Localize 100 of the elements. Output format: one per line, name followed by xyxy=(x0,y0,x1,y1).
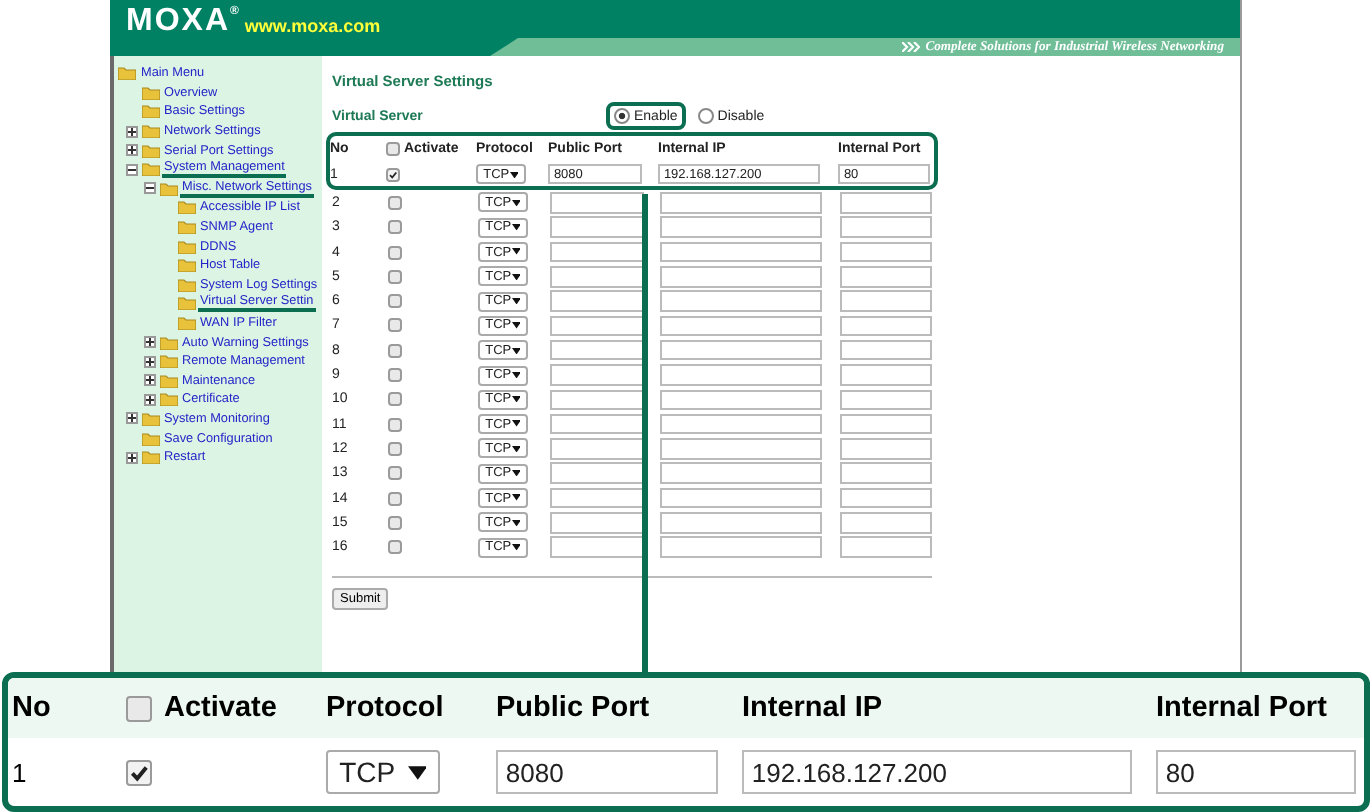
input-field[interactable] xyxy=(840,315,932,337)
caret-icon xyxy=(511,445,521,453)
tree-toggle[interactable] xyxy=(144,182,156,195)
caret-icon xyxy=(511,371,521,379)
website-link[interactable]: www.moxa.com xyxy=(244,16,381,38)
input-field[interactable] xyxy=(660,512,822,534)
caret-icon xyxy=(511,470,521,477)
checkbox[interactable] xyxy=(388,269,402,284)
caret-icon xyxy=(509,171,519,178)
input-field[interactable]: 192.168.127.200 xyxy=(742,750,1132,794)
protocol-select[interactable]: TCP xyxy=(326,750,440,794)
input-field[interactable]: 80 xyxy=(1156,750,1356,794)
input-field[interactable] xyxy=(550,192,644,214)
column-header: Public Port xyxy=(496,692,650,724)
input-field[interactable] xyxy=(550,266,644,288)
input-field[interactable] xyxy=(660,389,822,411)
input-field[interactable] xyxy=(550,487,644,509)
input-field[interactable] xyxy=(550,216,644,238)
input-field[interactable] xyxy=(840,192,932,214)
checkbox[interactable] xyxy=(386,142,400,156)
input-field[interactable] xyxy=(660,192,822,214)
input-field[interactable] xyxy=(550,536,644,558)
input-field[interactable] xyxy=(840,216,932,238)
input-field[interactable] xyxy=(840,487,932,509)
input-field[interactable] xyxy=(660,462,822,484)
input-field[interactable] xyxy=(550,438,644,460)
tree-toggle[interactable] xyxy=(126,163,138,176)
input-field[interactable] xyxy=(550,364,644,386)
input-field[interactable] xyxy=(550,389,644,411)
tree-toggle[interactable] xyxy=(144,355,156,368)
input-field[interactable] xyxy=(840,389,932,411)
input-field[interactable] xyxy=(660,438,822,460)
caret-icon xyxy=(511,396,521,403)
caret-icon xyxy=(511,199,521,207)
caret-icon xyxy=(511,298,521,305)
input-field[interactable] xyxy=(840,364,932,386)
input-field[interactable] xyxy=(660,241,822,263)
input-field[interactable] xyxy=(840,536,932,558)
input-field[interactable] xyxy=(660,364,822,386)
checkbox[interactable] xyxy=(388,540,402,555)
checkbox[interactable] xyxy=(388,318,402,333)
column-header: Protocol xyxy=(326,692,444,724)
input-field[interactable]: 8080 xyxy=(496,750,718,794)
checkbox[interactable] xyxy=(126,695,152,721)
tree-toggle[interactable] xyxy=(126,144,138,157)
input-field[interactable] xyxy=(660,536,822,558)
input-field[interactable] xyxy=(840,413,932,435)
input-field[interactable] xyxy=(660,216,822,238)
input-field[interactable] xyxy=(840,512,932,534)
input-field[interactable] xyxy=(660,315,822,337)
tree-toggle[interactable] xyxy=(126,125,138,138)
checkbox[interactable] xyxy=(388,466,402,481)
checkbox[interactable] xyxy=(388,417,402,432)
checkbox[interactable] xyxy=(388,441,402,456)
caret-icon xyxy=(407,765,427,779)
checkbox[interactable] xyxy=(388,392,402,407)
input-field[interactable] xyxy=(660,339,822,361)
tree-toggle[interactable] xyxy=(144,393,156,406)
checkbox[interactable] xyxy=(386,167,400,182)
input-field[interactable] xyxy=(550,315,644,337)
checkbox[interactable] xyxy=(388,515,402,530)
column-header: Internal IP xyxy=(742,692,883,724)
tree-toggle[interactable] xyxy=(126,451,138,464)
column-header: Internal Port xyxy=(1156,692,1327,724)
input-field[interactable] xyxy=(840,241,932,263)
caret-icon xyxy=(511,224,521,231)
input-field[interactable] xyxy=(840,339,932,361)
input-field[interactable] xyxy=(660,487,822,509)
input-field[interactable] xyxy=(550,512,644,534)
input-field[interactable] xyxy=(840,266,932,288)
input-field[interactable] xyxy=(550,413,644,435)
tree-toggle[interactable] xyxy=(144,336,156,349)
caret-icon xyxy=(511,519,521,526)
caret-icon xyxy=(511,273,521,280)
checkbox[interactable] xyxy=(388,343,402,358)
input-field[interactable] xyxy=(660,413,822,435)
input-field[interactable] xyxy=(840,462,932,484)
double-chevron-icon xyxy=(901,42,920,52)
input-field[interactable] xyxy=(550,241,644,263)
caret-icon xyxy=(511,420,521,428)
input-field[interactable] xyxy=(660,290,822,312)
input-field[interactable] xyxy=(550,462,644,484)
input-field[interactable] xyxy=(550,339,644,361)
checkbox[interactable] xyxy=(388,491,402,505)
checkbox[interactable] xyxy=(388,294,402,309)
checkbox[interactable] xyxy=(388,245,402,260)
radio-button[interactable] xyxy=(614,108,630,124)
column-header: Activate xyxy=(164,692,277,724)
tree-toggle[interactable] xyxy=(144,374,156,387)
checkbox[interactable] xyxy=(388,220,402,235)
input-field[interactable] xyxy=(840,438,932,460)
logo: MOXA$^{®}$ xyxy=(126,2,239,38)
input-field[interactable] xyxy=(660,266,822,288)
checkbox[interactable] xyxy=(388,195,402,210)
tree-toggle[interactable] xyxy=(126,412,138,425)
input-field[interactable] xyxy=(550,290,644,312)
checkbox[interactable] xyxy=(388,368,402,383)
radio-button[interactable] xyxy=(697,108,714,124)
checkbox[interactable] xyxy=(126,759,152,785)
input-field[interactable] xyxy=(840,290,932,312)
